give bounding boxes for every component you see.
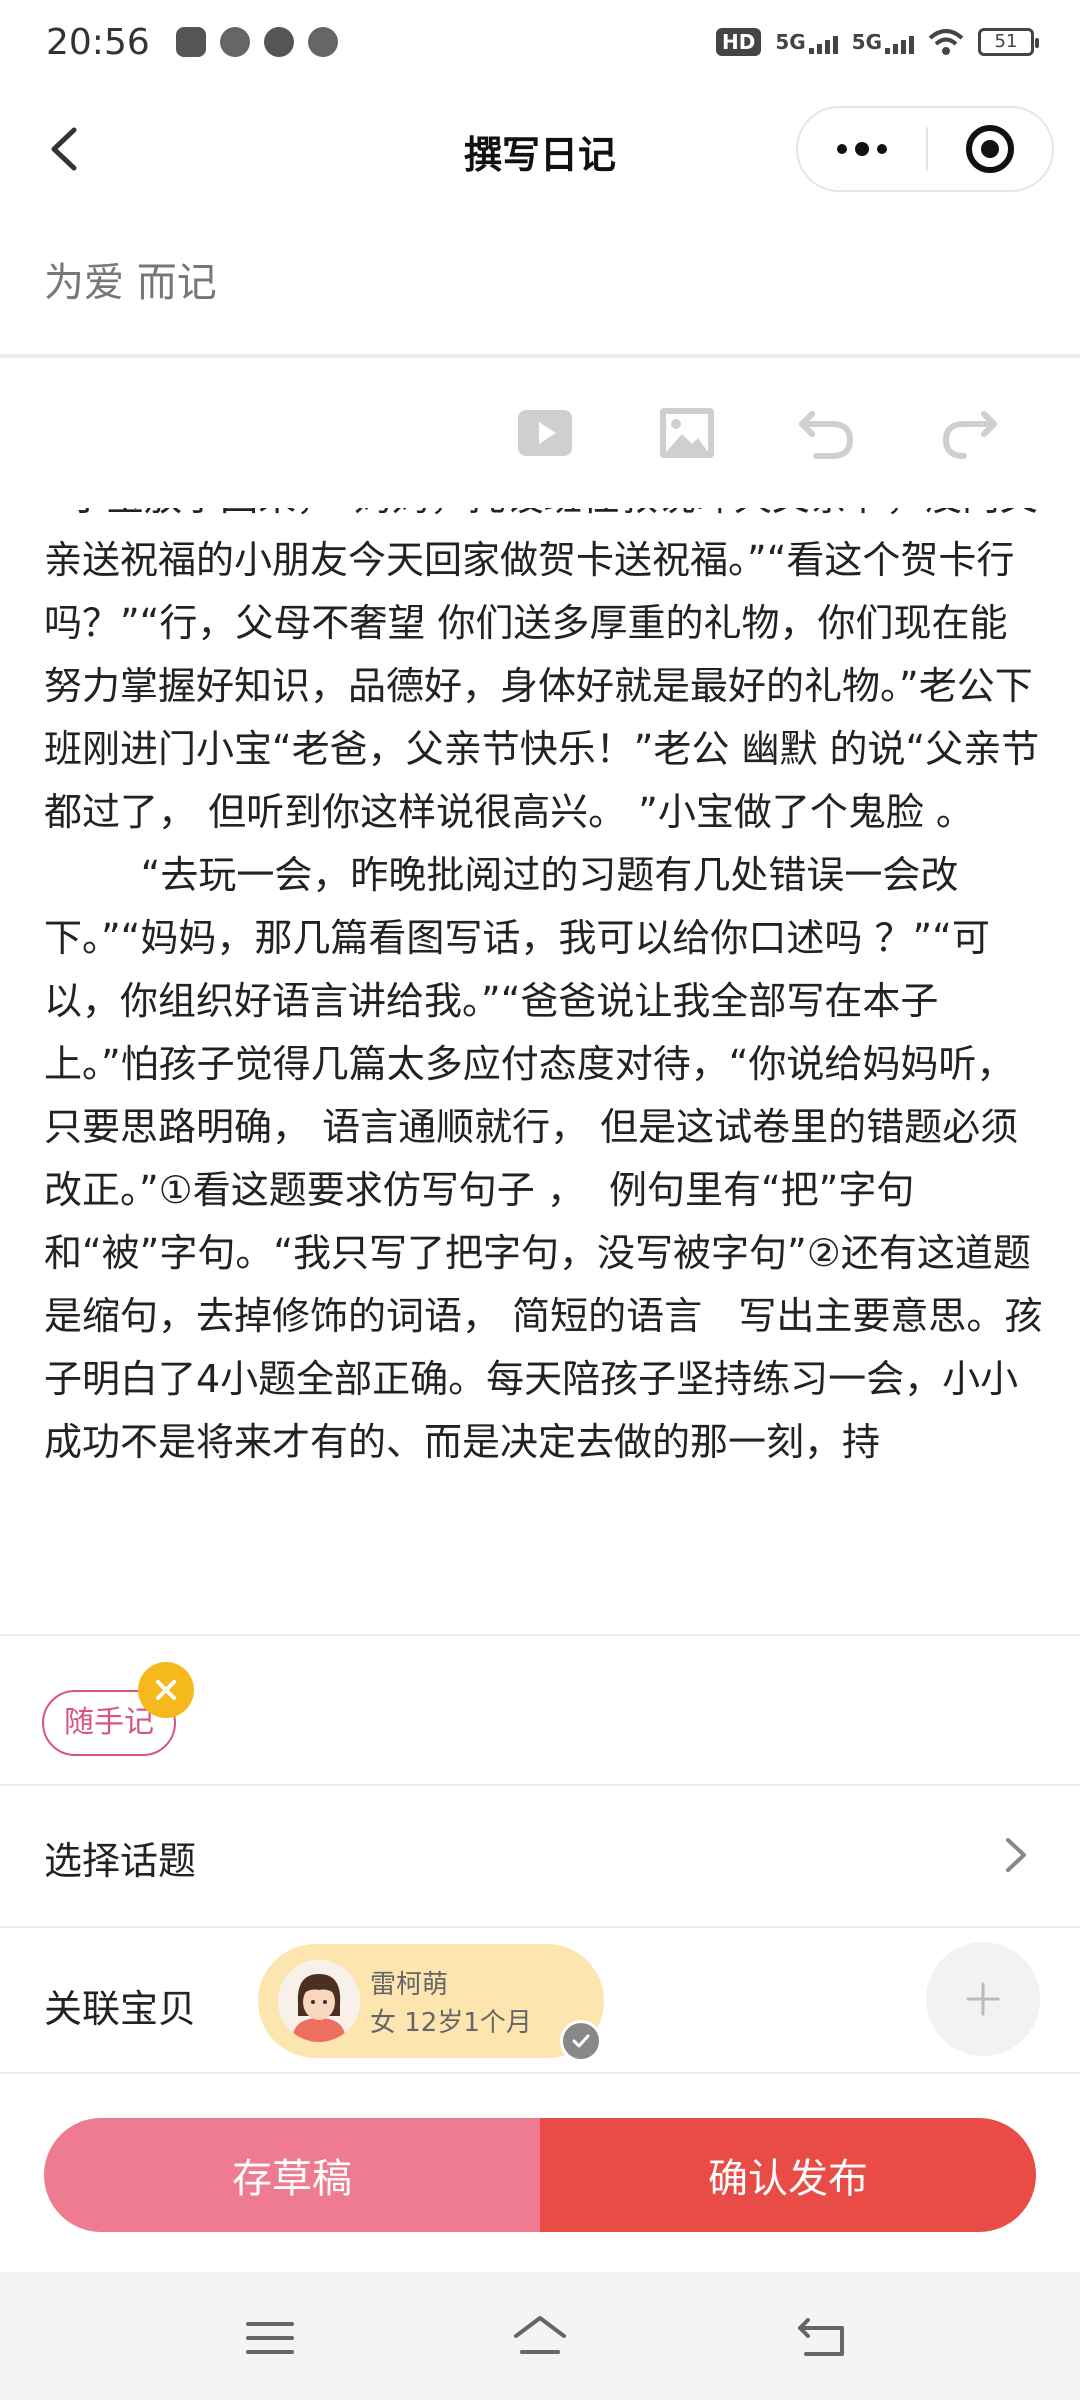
signal-5g-icon: 5G (775, 30, 838, 54)
close-icon (156, 1680, 176, 1700)
publish-button[interactable]: 确认发布 (540, 2118, 1036, 2232)
home-icon (514, 2316, 566, 2354)
status-bar: 20:56 HD 5G 5G 51 (0, 0, 1080, 84)
battery-icon: 51 (978, 28, 1039, 56)
paw-app-icon (175, 27, 206, 57)
avatar (278, 1960, 360, 2042)
miniprogram-capsule (796, 106, 1054, 192)
remove-tag-button[interactable] (138, 1662, 194, 1718)
more-button[interactable] (798, 108, 926, 190)
select-topic-label: 选择话题 (44, 1839, 197, 1883)
undo-icon (799, 411, 854, 459)
insert-video-button[interactable] (510, 398, 580, 468)
link-baby-label: 关联宝贝 (44, 1987, 197, 2031)
menu-button[interactable] (240, 2308, 300, 2368)
message-icon (307, 27, 338, 57)
save-draft-button[interactable]: 存草稿 (44, 2118, 540, 2232)
close-miniprogram-button[interactable] (928, 125, 1052, 173)
plus-icon (966, 1982, 1000, 2016)
menu-icon (246, 2322, 294, 2354)
divider (0, 1634, 1080, 1636)
signal-5g-icon: 5G (852, 30, 914, 54)
hd-icon: HD (715, 28, 762, 56)
video-icon (518, 410, 572, 456)
wifi-icon (928, 29, 964, 55)
chevron-right-icon (1006, 1838, 1026, 1872)
diary-title-input[interactable]: 为爱 而记 (44, 250, 217, 308)
add-baby-button[interactable] (926, 1942, 1040, 2056)
diary-content-area[interactable]: 小宝放学回来，“妈妈，托设班任教说昨天父亲节，没向父亲送祝福的小朋友今天回家做贺… (0, 490, 1080, 1602)
back-icon (798, 2318, 844, 2356)
compass-icon (263, 27, 294, 57)
link-baby-row: 关联宝贝 雷柯萌 女 12岁1个月 (0, 1928, 1080, 2074)
baby-info: 女 12岁1个月 (370, 2008, 532, 2038)
system-nav-bar (0, 2272, 1080, 2400)
redo-icon (942, 411, 997, 459)
select-topic-row[interactable]: 选择话题 (0, 1786, 1080, 1926)
back-nav-button[interactable] (792, 2308, 852, 2368)
undo-button[interactable] (792, 398, 862, 468)
action-buttons: 存草稿 确认发布 (44, 2118, 1036, 2232)
baby-name: 雷柯萌 (370, 1970, 449, 2000)
status-time: 20:56 (46, 21, 150, 63)
insert-image-button[interactable] (652, 398, 722, 468)
check-icon (560, 2020, 602, 2062)
redo-button[interactable] (934, 398, 1004, 468)
home-button[interactable] (510, 2308, 570, 2368)
notification-icons (175, 27, 338, 57)
baby-card[interactable]: 雷柯萌 女 12岁1个月 (258, 1944, 604, 2062)
diary-body-text: 小宝放学回来，“妈妈，托设班任教说昨天父亲节，没向父亲送祝福的小朋友今天回家做贺… (44, 490, 1043, 1464)
editor-toolbar (0, 358, 1080, 508)
image-icon (660, 408, 714, 458)
wechat-icon (219, 27, 250, 57)
nav-bar: 撰写日记 (0, 84, 1080, 214)
divider (0, 2072, 1080, 2074)
target-icon (966, 125, 1014, 173)
